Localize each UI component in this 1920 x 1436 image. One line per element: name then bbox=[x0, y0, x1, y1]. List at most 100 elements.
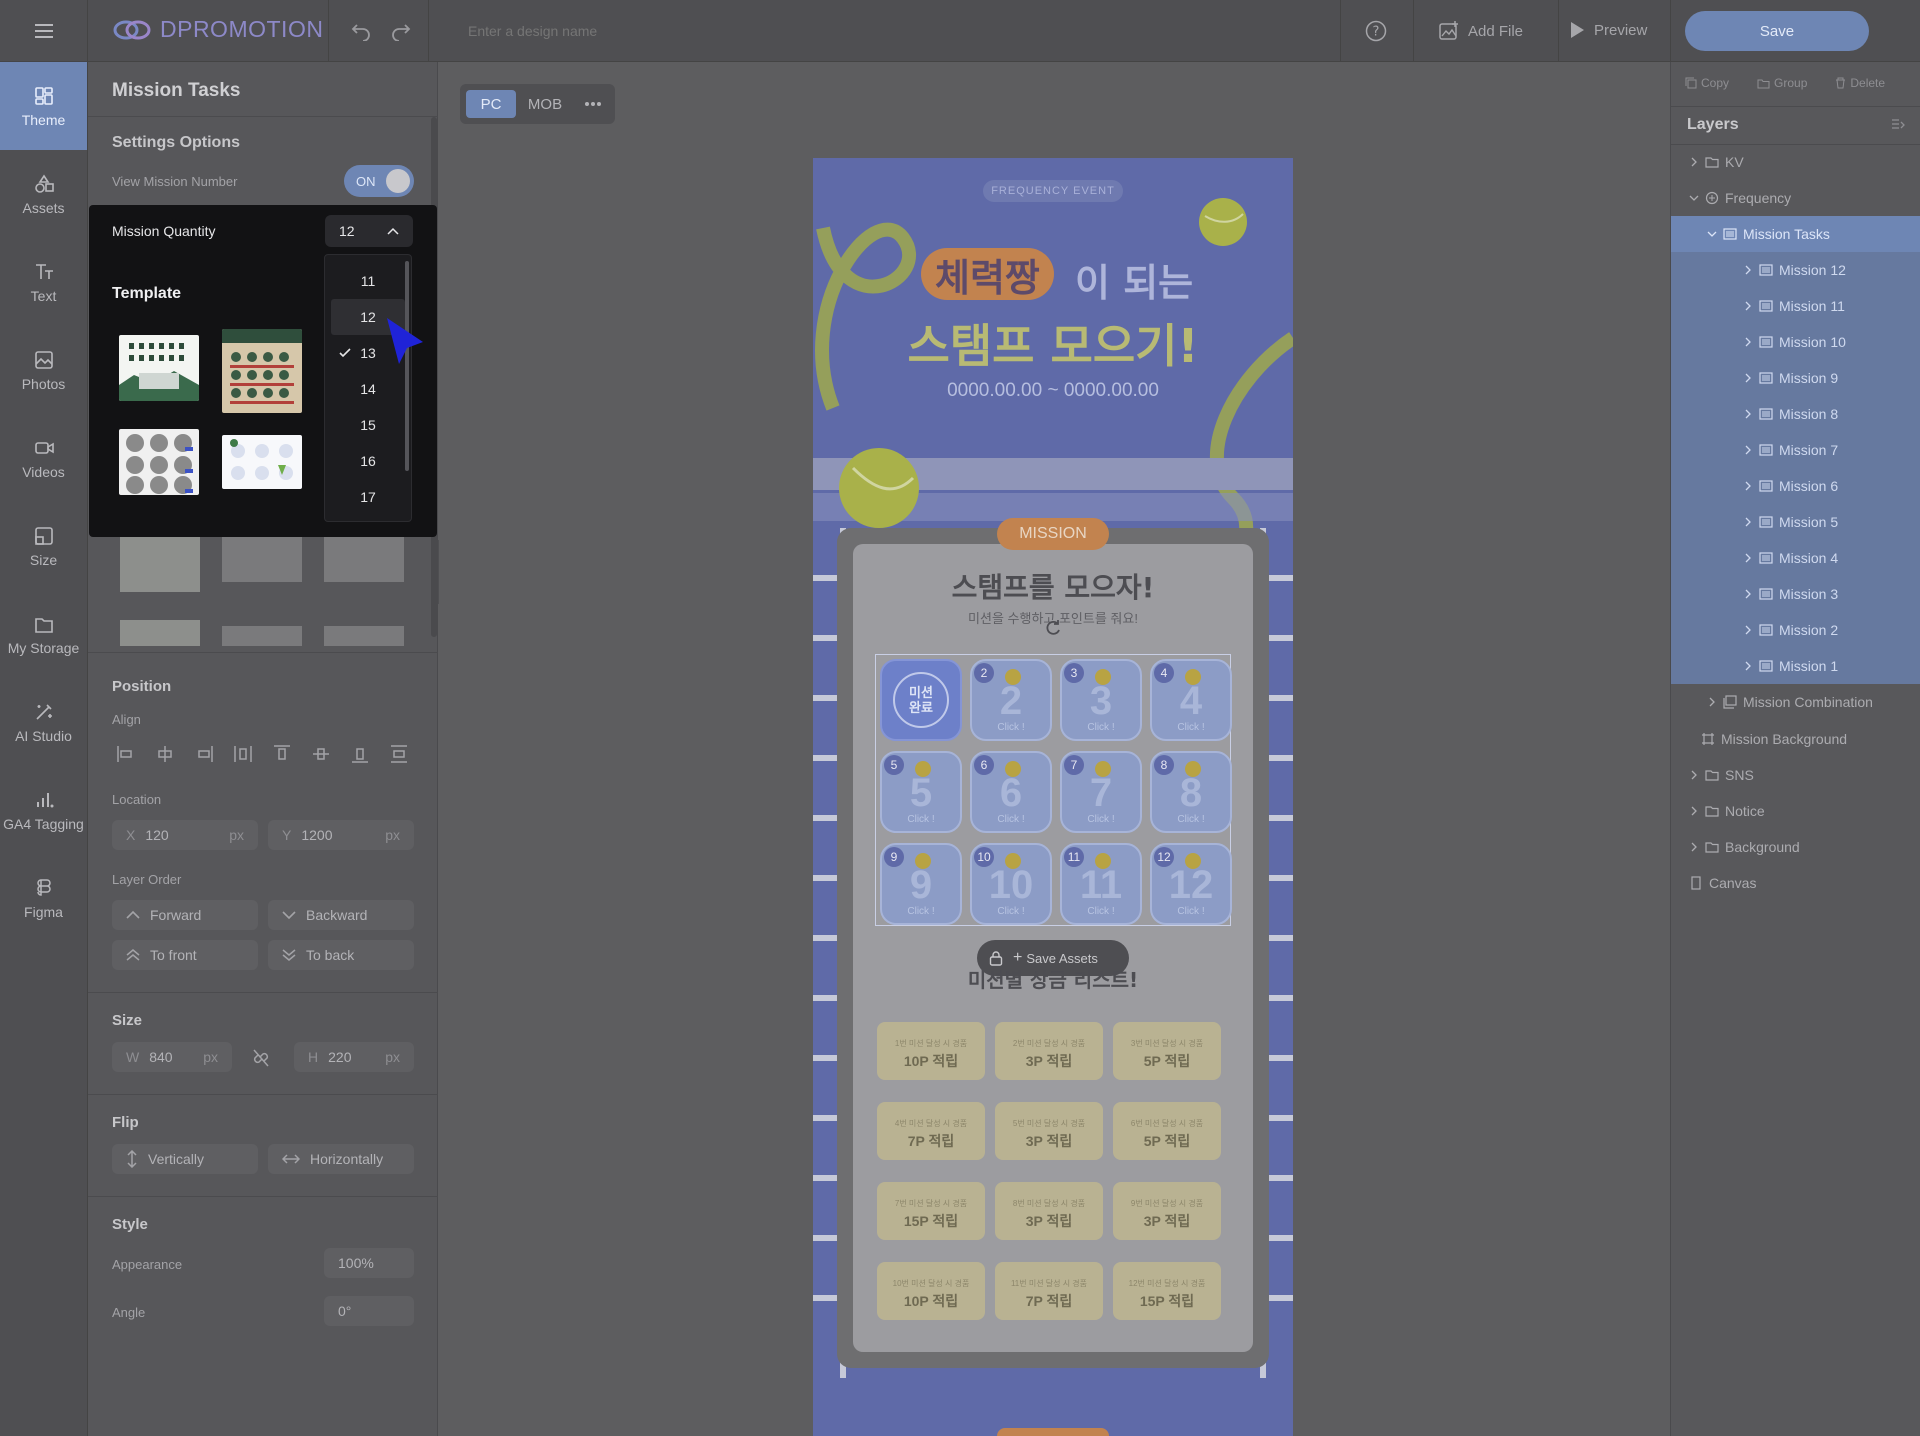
mission-stamp[interactable]: 4 4 Click ! bbox=[1150, 659, 1232, 741]
layer-kv[interactable]: KV bbox=[1671, 144, 1920, 180]
layer-mission-5[interactable]: Mission 5 bbox=[1671, 504, 1920, 540]
chevron-right-icon[interactable] bbox=[1743, 301, 1753, 311]
to-front-button[interactable]: To front bbox=[112, 940, 258, 970]
chevron-right-icon[interactable] bbox=[1743, 265, 1753, 275]
undo-icon[interactable] bbox=[350, 21, 372, 41]
tab-mob[interactable]: MOB bbox=[520, 90, 570, 118]
mission-stamp[interactable]: 6 6 Click ! bbox=[970, 751, 1052, 833]
save-button[interactable]: Save bbox=[1685, 11, 1869, 51]
height-field[interactable]: H 220 px bbox=[294, 1042, 414, 1072]
width-field[interactable]: W 840 px bbox=[112, 1042, 232, 1072]
flip-horizontal-button[interactable]: Horizontally bbox=[268, 1144, 414, 1174]
layer-notice[interactable]: Notice bbox=[1671, 793, 1920, 829]
layer-canvas[interactable]: Canvas bbox=[1671, 865, 1920, 901]
quantity-option[interactable]: 15 bbox=[325, 407, 411, 443]
template-thumb-1[interactable] bbox=[119, 335, 199, 401]
delete-button[interactable]: Delete bbox=[1835, 76, 1885, 90]
mission-stamp[interactable]: 12 12 Click ! bbox=[1150, 843, 1232, 925]
appearance-field[interactable]: 100% bbox=[324, 1248, 414, 1278]
chevron-right-icon[interactable] bbox=[1743, 661, 1753, 671]
layer-mission-1[interactable]: Mission 1 bbox=[1671, 648, 1920, 684]
layer-mission-6[interactable]: Mission 6 bbox=[1671, 468, 1920, 504]
chevron-right-icon[interactable] bbox=[1689, 806, 1699, 816]
quantity-option[interactable]: 17 bbox=[325, 479, 411, 515]
rail-item-figma[interactable]: Figma bbox=[0, 854, 87, 942]
to-back-button[interactable]: To back bbox=[268, 940, 414, 970]
mission-stamp[interactable]: 5 5 Click ! bbox=[880, 751, 962, 833]
mission-stamp[interactable]: 9 9 Click ! bbox=[880, 843, 962, 925]
design-name-input[interactable] bbox=[468, 18, 1028, 44]
view-mission-number-toggle[interactable]: ON bbox=[344, 165, 414, 197]
template-thumb-9[interactable] bbox=[222, 626, 302, 646]
add-file-button[interactable]: Add File bbox=[1438, 20, 1523, 42]
collapse-all-icon[interactable] bbox=[1891, 118, 1905, 132]
align-center-h-icon[interactable] bbox=[155, 744, 175, 764]
mission-stamp[interactable]: 11 11 Click ! bbox=[1060, 843, 1142, 925]
y-field[interactable]: Y 1200 px bbox=[268, 820, 414, 850]
angle-field[interactable]: 0° bbox=[324, 1296, 414, 1326]
layer-mission-2[interactable]: Mission 2 bbox=[1671, 612, 1920, 648]
mission-quantity-select[interactable]: 12 bbox=[325, 215, 413, 247]
quantity-option[interactable]: 14 bbox=[325, 371, 411, 407]
chevron-right-icon[interactable] bbox=[1743, 589, 1753, 599]
template-thumb-4[interactable] bbox=[222, 435, 302, 489]
layer-mission-tasks[interactable]: Mission Tasks bbox=[1671, 216, 1920, 252]
quantity-option[interactable]: 11 bbox=[325, 263, 411, 299]
chevron-down-icon[interactable] bbox=[1707, 229, 1717, 239]
mission-stamp[interactable]: 7 7 Click ! bbox=[1060, 751, 1142, 833]
layer-mission-combination[interactable]: Mission Combination bbox=[1671, 684, 1920, 720]
chevron-right-icon[interactable] bbox=[1743, 373, 1753, 383]
layer-mission-7[interactable]: Mission 7 bbox=[1671, 432, 1920, 468]
mission-stamp[interactable]: 10 10 Click ! bbox=[970, 843, 1052, 925]
mission-stamp[interactable]: 2 2 Click ! bbox=[970, 659, 1052, 741]
more-icon[interactable] bbox=[584, 101, 602, 107]
chevron-right-icon[interactable] bbox=[1689, 157, 1699, 167]
distribute-v-icon[interactable] bbox=[389, 744, 409, 764]
chevron-right-icon[interactable] bbox=[1743, 481, 1753, 491]
layer-mission-4[interactable]: Mission 4 bbox=[1671, 540, 1920, 576]
layer-mission-11[interactable]: Mission 11 bbox=[1671, 288, 1920, 324]
copy-button[interactable]: Copy bbox=[1685, 76, 1729, 90]
align-left-icon[interactable] bbox=[116, 744, 136, 764]
template-thumb-7[interactable] bbox=[324, 530, 404, 582]
help-icon[interactable]: ? bbox=[1365, 20, 1387, 42]
layer-mission-background[interactable]: Mission Background bbox=[1671, 721, 1920, 757]
layer-mission-3[interactable]: Mission 3 bbox=[1671, 576, 1920, 612]
flip-vertical-button[interactable]: Vertically bbox=[112, 1144, 258, 1174]
redo-icon[interactable] bbox=[390, 21, 412, 41]
chevron-right-icon[interactable] bbox=[1743, 409, 1753, 419]
rail-item-ai-studio[interactable]: AI Studio bbox=[0, 678, 87, 766]
design-canvas[interactable]: FREQUENCY EVENT 체력짱 이 되는 스탬프 모으기! 0000.0… bbox=[813, 158, 1293, 1436]
align-bottom-icon[interactable] bbox=[350, 744, 370, 764]
layer-frequency[interactable]: Frequency bbox=[1671, 180, 1920, 216]
chevron-right-icon[interactable] bbox=[1743, 517, 1753, 527]
rail-item-theme[interactable]: Theme bbox=[0, 62, 87, 150]
template-thumb-3[interactable] bbox=[119, 429, 199, 495]
layer-mission-10[interactable]: Mission 10 bbox=[1671, 324, 1920, 360]
rail-item-my-storage[interactable]: My Storage bbox=[0, 590, 87, 678]
align-top-icon[interactable] bbox=[272, 744, 292, 764]
rail-item-size[interactable]: Size bbox=[0, 502, 87, 590]
chevron-right-icon[interactable] bbox=[1689, 842, 1699, 852]
quantity-option[interactable]: 16 bbox=[325, 443, 411, 479]
rail-item-assets[interactable]: Assets bbox=[0, 150, 87, 238]
align-right-icon[interactable] bbox=[194, 744, 214, 764]
mission-stamp[interactable]: 3 3 Click ! bbox=[1060, 659, 1142, 741]
chevron-right-icon[interactable] bbox=[1743, 625, 1753, 635]
template-thumb-6[interactable] bbox=[222, 530, 302, 582]
mission-grid[interactable]: 미션 완료 2 2 Click ! 3 3 Click ! 4 4 Click ! 5 5 Click … bbox=[875, 654, 1232, 926]
layer-background[interactable]: Background bbox=[1671, 829, 1920, 865]
forward-button[interactable]: Forward bbox=[112, 900, 258, 930]
chevron-down-icon[interactable] bbox=[1689, 193, 1699, 203]
refresh-icon[interactable] bbox=[1043, 618, 1063, 638]
align-middle-icon[interactable] bbox=[311, 744, 331, 764]
unlink-ratio-icon[interactable] bbox=[251, 1049, 271, 1067]
chevron-right-icon[interactable] bbox=[1743, 553, 1753, 563]
rail-item-videos[interactable]: Videos bbox=[0, 414, 87, 502]
layer-sns[interactable]: SNS bbox=[1671, 757, 1920, 793]
distribute-h-icon[interactable] bbox=[233, 744, 253, 764]
rail-item-photos[interactable]: Photos bbox=[0, 326, 87, 414]
group-button[interactable]: Group bbox=[1757, 76, 1807, 90]
chevron-right-icon[interactable] bbox=[1743, 445, 1753, 455]
rail-item-text[interactable]: Text bbox=[0, 238, 87, 326]
